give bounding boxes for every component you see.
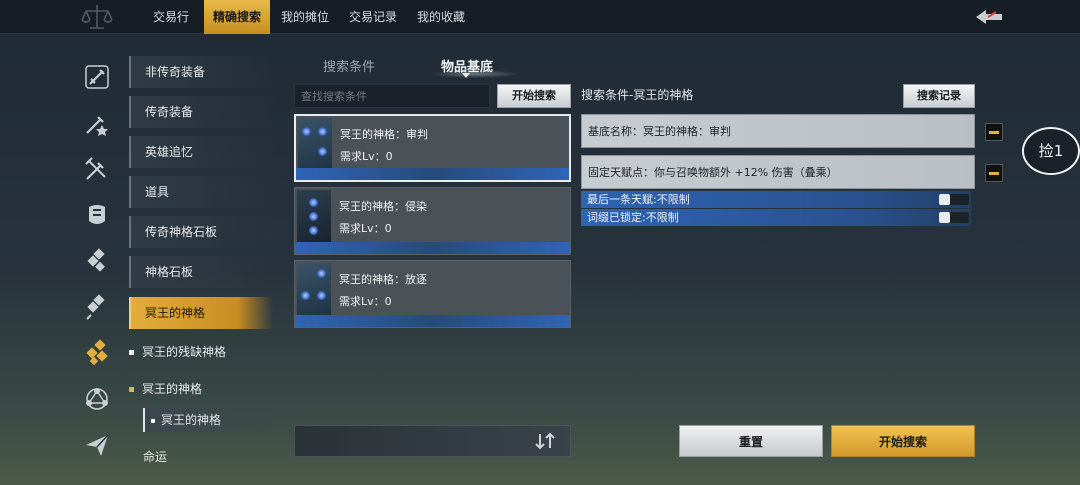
bullet-icon [129,387,134,392]
board-icon[interactable] [80,290,114,324]
sword-check-icon[interactable] [80,152,114,186]
search-history-button[interactable]: 搜索记录 [903,84,975,108]
category-fate[interactable]: 命运 [143,448,167,465]
item-card-infection[interactable]: 冥王的神格：侵染 需求Lv：0 [294,187,571,255]
paper-plane-icon[interactable] [80,428,114,462]
caret-down-icon [462,73,470,78]
item-card-exile[interactable]: 冥王的神格：放逐 需求Lv：0 [294,260,571,328]
item-name: 冥王的神格：放逐 [339,273,427,286]
pickup-button[interactable]: 捡1 [1022,127,1080,175]
item-thumbnail [298,118,332,170]
subsub-hades-divinity[interactable]: 冥王的神格 [143,408,273,432]
tab-my-stall[interactable]: 我的摊位 [273,0,337,34]
category-legendary-divinity-slate[interactable]: 传奇神格石板 [129,216,273,248]
option-label: 最后一条天赋:不限制 [587,193,690,206]
tab-trade-house[interactable]: 交易行 [141,0,201,34]
item-rarity-stripe [295,242,570,254]
subcategory-hades-divinity[interactable]: 冥王的神格 [129,380,202,397]
remove-condition-icon[interactable] [985,123,1003,141]
sort-toggle-icon[interactable] [534,432,556,450]
tab-my-favorites[interactable]: 我的收藏 [409,0,473,34]
item-thumbnail [297,190,331,242]
start-search-button[interactable]: 开始搜索 [831,425,975,457]
bullet-icon [129,350,134,355]
item-thumbnail [297,263,331,315]
item-level-req: 需求Lv：0 [339,222,392,235]
conditions-title: 搜索条件-冥王的神格 [581,88,694,102]
item-name: 冥王的神格：审判 [340,128,428,141]
tab-underline [430,70,520,78]
item-level-req: 需求Lv：0 [340,150,393,163]
category-hero-memory[interactable]: 英雄追忆 [129,136,273,168]
subcategory-label: 冥王的残缺神格 [142,345,227,359]
tab-trade-records[interactable]: 交易记录 [341,0,405,34]
subcategory-label: 冥王的神格 [142,382,203,396]
scales-logo-icon [81,5,113,29]
top-nav-bar: 交易行 精确搜索 我的摊位 交易记录 我的收藏 [0,0,1080,34]
sword-icon[interactable] [80,60,114,94]
condition-row-fixed-talent[interactable]: 固定天赋点：你与召唤物额外 +12% 伤害（叠乘） [581,155,975,189]
category-hades-divinity[interactable]: 冥王的神格 [129,297,273,329]
start-search-small-button[interactable]: 开始搜索 [497,84,571,108]
condition-row-base-name[interactable]: 基底名称：冥王的神格：审判 [581,114,975,148]
remove-condition-icon[interactable] [985,164,1003,182]
item-card-judgment[interactable]: 冥王的神格：审判 需求Lv：0 [294,114,571,182]
sword-star-icon[interactable] [80,106,114,140]
item-name: 冥王的神格：侵染 [339,200,427,213]
toggle-switch[interactable] [939,212,969,223]
search-conditions-input[interactable] [294,84,490,108]
tab-precise-search[interactable]: 精确搜索 [204,0,270,34]
item-level-req: 需求Lv：0 [339,295,392,308]
board-gold-icon[interactable] [80,336,114,370]
option-label: 词缀已锁定:不限制 [587,211,679,224]
board-icon[interactable] [80,244,114,278]
option-last-talent: 最后一条天赋:不限制 [581,191,971,208]
back-arrow-icon[interactable] [974,8,1004,26]
category-items[interactable]: 道具 [129,176,273,208]
subcategory-hades-broken-divinity[interactable]: 冥王的残缺神格 [129,343,226,360]
scroll-slider-bar[interactable] [294,425,571,457]
toggle-switch[interactable] [939,194,969,205]
category-divinity-slate[interactable]: 神格石板 [129,256,273,288]
item-rarity-stripe [296,168,569,180]
bullet-icon [151,418,155,423]
reset-button[interactable]: 重置 [679,425,823,457]
armor-icon[interactable] [80,198,114,232]
network-icon[interactable] [80,382,114,416]
item-rarity-stripe [295,315,570,327]
subsub-label: 冥王的神格 [161,413,222,427]
category-non-legendary[interactable]: 非传奇装备 [129,56,273,88]
option-affix-locked: 词缀已锁定:不限制 [581,209,971,226]
tab-search-conditions[interactable]: 搜索条件 [323,56,375,75]
category-legendary[interactable]: 传奇装备 [129,96,273,128]
